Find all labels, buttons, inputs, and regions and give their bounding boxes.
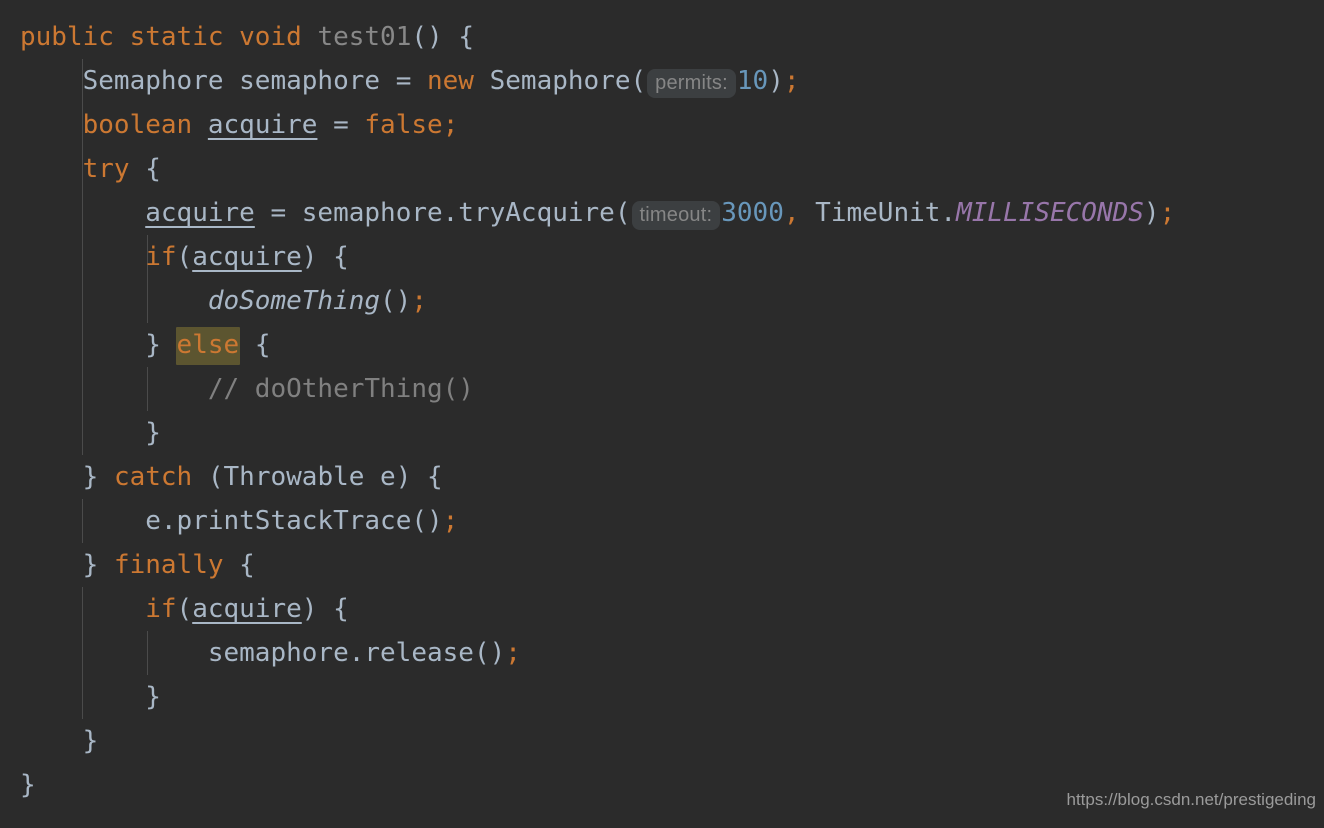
code-token: } [82, 462, 114, 492]
code-token: acquire [192, 594, 302, 624]
code-token: finally [113, 550, 224, 580]
code-token: if [145, 242, 177, 272]
code-token: else [175, 327, 241, 365]
code-token: acquire [145, 198, 255, 228]
code-token: boolean [82, 110, 193, 140]
code-line[interactable]: } [0, 411, 1324, 455]
code-token: 3000 [721, 198, 784, 228]
code-line[interactable]: boolean acquire = false; [0, 103, 1324, 147]
code-token: static [129, 22, 224, 52]
code-token: } [20, 770, 36, 800]
code-token: ; [411, 286, 427, 316]
code-line[interactable]: semaphore.release(); [0, 631, 1324, 675]
code-token: 10 [736, 66, 769, 96]
code-token: new [427, 66, 474, 96]
code-line[interactable]: public static void test01() { [0, 15, 1324, 59]
code-token: catch [113, 462, 193, 492]
code-token: test01 [317, 22, 412, 52]
code-token: } [145, 418, 161, 448]
code-editor-surface[interactable]: public static void test01() { Semaphore … [0, 0, 1324, 828]
code-token: Semaphore( [473, 66, 647, 96]
code-token: e.printStackTrace() [145, 506, 443, 536]
code-token: acquire [192, 242, 302, 272]
code-line[interactable]: try { [0, 147, 1324, 191]
code-line[interactable]: } [0, 719, 1324, 763]
code-line[interactable]: e.printStackTrace(); [0, 499, 1324, 543]
code-token: } [82, 550, 114, 580]
code-token: MILLISECONDS [956, 198, 1144, 228]
code-token: ( [176, 242, 193, 272]
code-content[interactable]: public static void test01() { Semaphore … [0, 15, 1324, 807]
code-token: = semaphore.tryAcquire( [254, 198, 631, 228]
watermark-url: https://blog.csdn.net/prestigeding [1066, 790, 1317, 809]
code-token: () [380, 286, 412, 316]
code-token: { [239, 330, 271, 360]
code-line[interactable]: } finally { [0, 543, 1324, 587]
code-token: = [317, 110, 365, 140]
code-line[interactable]: // doOtherThing() [0, 367, 1324, 411]
code-line[interactable]: } [0, 675, 1324, 719]
code-token: , [783, 198, 800, 228]
code-token: TimeUnit. [799, 198, 957, 228]
code-token: } [145, 330, 177, 360]
code-token: doSomeThing [207, 286, 381, 316]
code-token: ; [442, 506, 459, 536]
code-token: (Throwable e) { [192, 462, 443, 492]
code-token: semaphore.release() [207, 638, 506, 668]
code-token: } [145, 682, 161, 712]
code-token: acquire [207, 110, 318, 140]
code-token: } [82, 726, 99, 756]
code-token: ; [1159, 198, 1176, 228]
code-line[interactable]: if(acquire) { [0, 235, 1324, 279]
code-token: // doOtherThing() [207, 374, 474, 404]
code-token: ( [176, 594, 193, 624]
parameter-hint[interactable]: permits: [647, 69, 736, 98]
code-token: try [82, 154, 130, 184]
parameter-hint[interactable]: timeout: [631, 201, 721, 230]
code-token: { [129, 154, 161, 184]
code-token: ) { [301, 242, 349, 272]
code-token: void [239, 22, 302, 52]
code-token: ) [768, 66, 784, 96]
code-token: () { [411, 22, 474, 52]
code-token: ) { [301, 594, 349, 624]
code-line[interactable]: } else { [0, 323, 1324, 367]
code-token: ; [783, 66, 800, 96]
code-line[interactable]: } catch (Throwable e) { [0, 455, 1324, 499]
code-line[interactable]: acquire = semaphore.tryAcquire(timeout: 3… [0, 191, 1324, 235]
code-line[interactable]: Semaphore semaphore = new Semaphore(perm… [0, 59, 1324, 103]
code-line[interactable]: doSomeThing(); [0, 279, 1324, 323]
code-token: ) [1143, 198, 1160, 228]
code-line[interactable]: if(acquire) { [0, 587, 1324, 631]
code-token: ; [442, 110, 459, 140]
code-token: Semaphore semaphore = [82, 66, 427, 96]
code-token: ; [505, 638, 521, 668]
code-token: { [223, 550, 255, 580]
code-token: public [20, 22, 114, 52]
code-token: false [364, 110, 443, 140]
code-token: if [145, 594, 177, 624]
